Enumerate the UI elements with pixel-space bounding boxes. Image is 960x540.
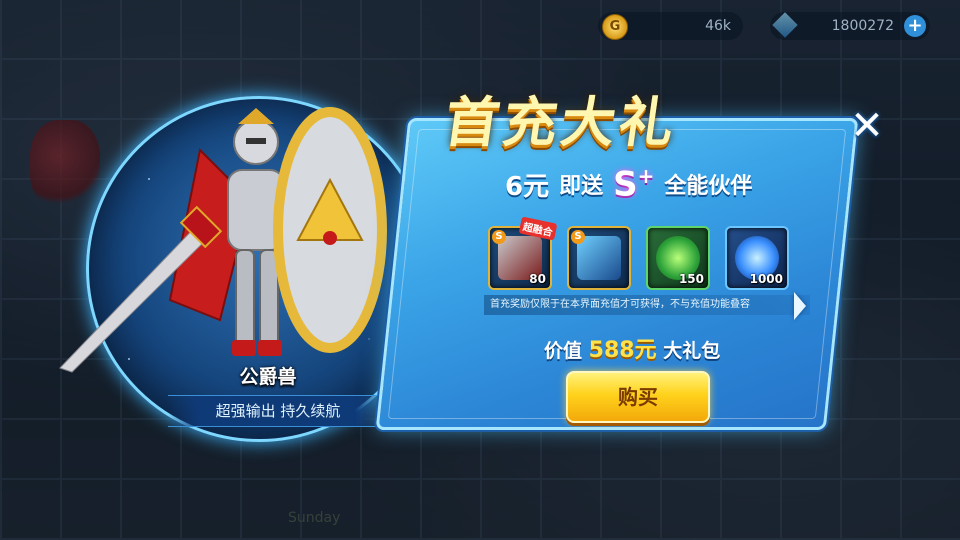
diamond-value: 1800272 [831, 18, 894, 34]
diamond-icon [772, 12, 798, 38]
item-count: 80 [529, 272, 546, 286]
s-plus-rank-icon: S+ [613, 163, 655, 205]
buy-button[interactable]: 购买 [566, 371, 710, 423]
item-count: 1000 [749, 272, 783, 286]
s-badge-icon: S [571, 230, 585, 244]
reward-item-green-crystal[interactable]: 150 [646, 226, 710, 290]
offer-notice: 首充奖励仅限于在本界面充值才可获得，不与充值功能叠容 [484, 295, 810, 315]
hero-tagline: 超强输出 持久续航 [168, 395, 388, 427]
diamond-counter: 1800272 + [770, 12, 930, 40]
armor-chip-icon [577, 236, 621, 280]
value-prefix: 价值 [544, 340, 583, 362]
next-arrow-icon[interactable] [794, 292, 806, 320]
offer-value: 价值 588元 大礼包 [544, 332, 720, 364]
value-suffix: 大礼包 [663, 340, 721, 362]
subtitle-suffix: 全能伙伴 [664, 174, 753, 199]
reward-item-blue-orb[interactable]: 1000 [725, 226, 789, 290]
reward-item-dukemon-card[interactable]: S 超融合 80 [488, 216, 558, 290]
plus-icon[interactable]: + [904, 15, 926, 37]
gold-value: 46k [705, 18, 731, 34]
reward-item-armor-chip[interactable]: S [567, 226, 631, 290]
close-button[interactable]: ✕ [848, 106, 886, 146]
gold-coin-icon: G [602, 14, 628, 40]
s-badge-icon: S [492, 230, 506, 244]
reward-item-list: S 超融合 80 S 150 1000 [488, 216, 789, 290]
value-amount: 588元 [588, 338, 657, 363]
item-count: 150 [678, 272, 704, 286]
recharge-amount: 6元 [505, 171, 550, 202]
offer-title: 首充大礼 [440, 91, 682, 154]
hero-name: 公爵兽 [239, 366, 297, 388]
hero-figure [59, 107, 387, 373]
offer-subtitle: 6元 即送 S+ 全能伙伴 [505, 162, 752, 206]
subtitle-mid: 即送 [559, 174, 604, 199]
gold-counter: G 46k [598, 12, 743, 40]
